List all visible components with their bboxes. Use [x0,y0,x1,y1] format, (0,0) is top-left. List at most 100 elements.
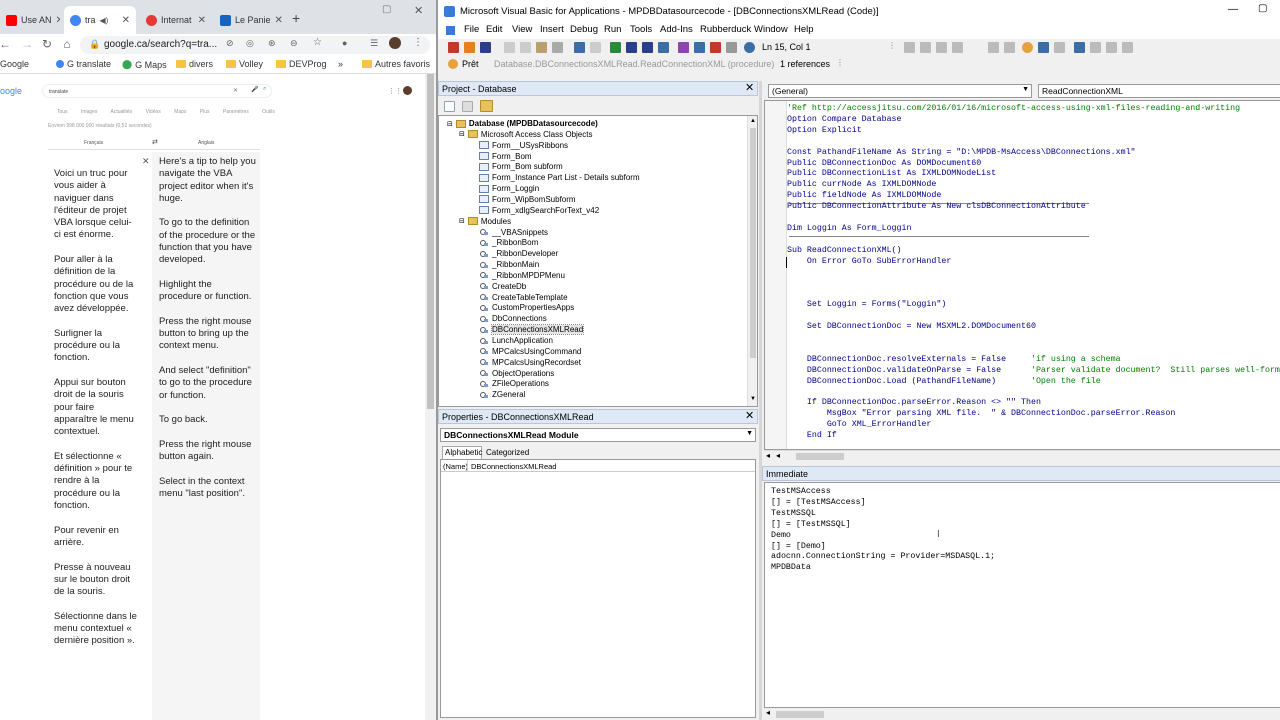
code-line[interactable] [787,311,1280,322]
tab-categorized[interactable]: Categorized [484,447,531,458]
code-line[interactable]: 'Ref http://accessjitsu.com/2016/01/16/m… [787,104,1280,115]
other-bookmarks[interactable]: Autres favoris [362,59,430,69]
code-line[interactable]: Const PathandFileName As String = "D:\MP… [787,148,1280,159]
scroll-up-icon[interactable]: ▲ [750,118,756,124]
apps-icon[interactable]: ⋮⋮ [388,87,402,95]
tree-node[interactable]: _RibbonMain [479,260,539,269]
tab-google-translate[interactable]: tra ◀) ✕ [64,6,136,34]
speaker-icon[interactable]: ◀) [100,16,109,25]
help-icon[interactable] [744,42,755,53]
reload-icon[interactable]: ↻ [40,37,54,51]
reset-icon[interactable] [642,42,653,53]
tree-node[interactable]: __VBASnippets [479,228,548,237]
menu-help[interactable]: Help [794,24,814,35]
mic-icon[interactable]: 🎤 [251,86,258,93]
code-line[interactable]: DBConnectionDoc.resolveExternals = False… [787,355,1280,366]
code-line[interactable]: Sub ReadConnectionXML() [787,246,1280,257]
tab-le-panier[interactable]: Le Panie ✕ [214,6,286,34]
scroll-right-icon[interactable]: ◂ [776,451,780,460]
immediate-text[interactable]: TestMSAccess[] = [TestMSAccess] TestMSSQL… [771,487,995,574]
menu-insert[interactable]: Insert [540,24,564,35]
code-line[interactable]: If DBConnectionDoc.parseError.Reason <> … [787,398,1280,409]
tree-node[interactable]: Form__USysRibbons [479,141,568,150]
tree-node[interactable]: _RibbonMPDPMenu [479,271,565,280]
menu-debug[interactable]: Debug [570,24,598,35]
collapse-icon[interactable]: ⊟ [447,120,453,128]
minimize-icon[interactable]: — [1228,4,1238,15]
immediate-line[interactable]: [] = [Demo] [771,542,995,553]
code-line[interactable]: Public currNode As IXMLDOMNode [787,180,1280,191]
source-language[interactable]: Français [84,140,103,146]
forward-icon[interactable]: → [20,37,34,51]
rubberduck-icon[interactable] [448,59,458,69]
immediate-hscrollbar[interactable]: ◂ [764,708,1280,720]
immediate-line[interactable]: adocnn.ConnectionString = Provider=MSDAS… [771,552,995,563]
tree-node[interactable]: LunchApplication [479,336,553,345]
menu-file[interactable]: File [464,24,479,35]
bookmark-devprog[interactable]: DEVProg [276,59,327,69]
code-line[interactable]: DBConnectionDoc.Load (PathandFileName) '… [787,377,1280,388]
indent-icon[interactable] [904,42,915,53]
bookmark-volley[interactable]: Volley [226,59,263,69]
collapse-icon[interactable]: ⊟ [459,217,465,225]
scrollbar-thumb[interactable] [776,711,824,718]
immediate-line[interactable]: TestMSSQL [771,509,995,520]
code-line[interactable] [787,333,1280,344]
collapse-icon[interactable]: ⊟ [459,130,465,138]
swap-icon[interactable]: ⇄ [152,138,158,146]
scroll-left-icon[interactable]: ◂ [766,451,770,460]
scrollbar-thumb[interactable] [427,74,434,409]
code-line[interactable] [787,344,1280,355]
tab-alphabetic[interactable]: Alphabetic [442,446,482,459]
design-mode-icon[interactable] [658,42,669,53]
tree-node[interactable]: Form_Bom [479,152,532,161]
property-row-name[interactable]: (Name) DBConnectionsXMLRead [441,460,755,472]
close-icon[interactable]: ✕ [745,409,754,424]
project-explorer-icon[interactable] [678,42,689,53]
menu-icon[interactable]: ⋮ [413,37,423,48]
references-count[interactable]: 1 references [780,59,830,69]
tree-node[interactable]: Form_Instance Part List - Details subfor… [479,173,640,182]
menu-edit[interactable]: Edit [486,24,502,35]
tree-node[interactable]: Form_Bom subform [479,162,563,171]
tree-node[interactable]: ObjectOperations [479,369,554,378]
new-tab-button[interactable]: + [292,10,300,26]
code-line[interactable]: Dim Loggin As Form_Loggin [787,224,1280,235]
window-close-icon[interactable]: ✕ [414,4,423,17]
clear-icon[interactable]: ✕ [233,87,238,94]
copy-icon[interactable] [520,42,531,53]
extract-icon[interactable] [1106,42,1117,53]
code-line[interactable] [787,213,1280,224]
parser-status[interactable]: Prêt [462,59,479,69]
tab-internat[interactable]: Internat ✕ [140,6,212,34]
scroll-left-icon[interactable]: ◂ [766,708,770,717]
undo-icon[interactable] [574,42,585,53]
code-editor[interactable]: 'Ref http://accessjitsu.com/2016/01/16/m… [764,100,1280,450]
tree-node[interactable]: CustomPropertiesApps [479,303,574,312]
comment-icon[interactable] [936,42,947,53]
menu-rubberduck[interactable]: Rubberduck [700,24,751,35]
bookmark-icon[interactable] [988,42,999,53]
immediate-line[interactable]: [] = [TestMSSQL] [771,520,995,531]
reading-list-icon[interactable]: ☰ [370,38,378,49]
code-line[interactable]: End If [787,431,1280,442]
todo-icon[interactable] [1054,42,1065,53]
tree-scrollbar[interactable]: ▲ ▼ [747,116,757,406]
view-code-icon[interactable] [444,101,455,112]
code-line[interactable]: Option Compare Database [787,115,1280,126]
immediate-line[interactable]: Demo [771,531,995,542]
insert-module-icon[interactable] [464,42,475,53]
view-object-icon[interactable] [462,101,473,112]
scrollbar-thumb[interactable] [796,453,844,460]
code-line[interactable] [787,279,1280,290]
extension-icon[interactable]: ⊘ [226,38,234,49]
code-line[interactable]: Public DBConnectionList As IXMLDOMNodeLi… [787,169,1280,180]
menu-window[interactable]: Window [754,24,788,35]
tree-node[interactable]: DbConnections [479,314,547,323]
google-logo[interactable]: oogle [0,86,22,96]
margin-indicator-bar[interactable] [765,101,787,449]
code-line[interactable] [787,289,1280,300]
inspect-icon[interactable] [1122,42,1133,53]
code-line[interactable]: MsgBox "Error parsing XML file. " & DBCo… [787,409,1280,420]
properties-icon[interactable] [694,42,705,53]
